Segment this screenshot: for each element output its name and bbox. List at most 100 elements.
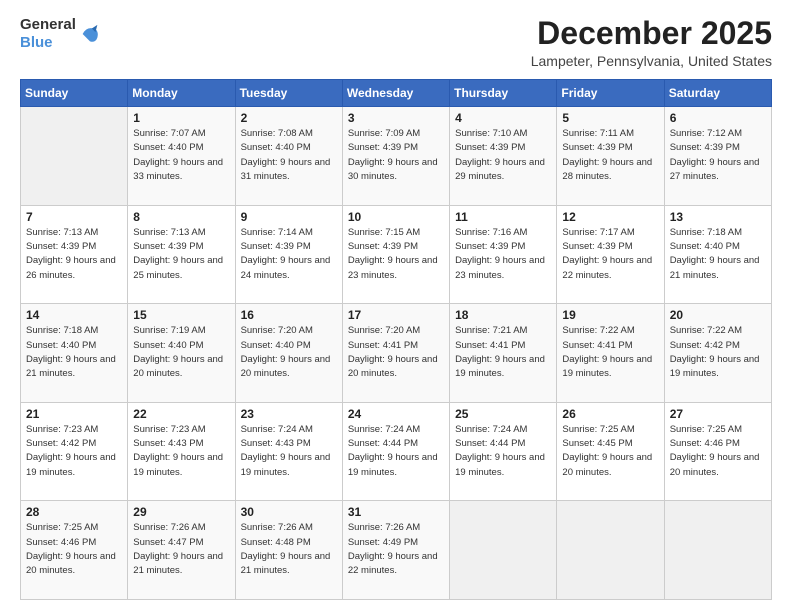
calendar-cell: 9 Sunrise: 7:14 AMSunset: 4:39 PMDaylight… [235, 205, 342, 304]
day-number: 16 [241, 308, 337, 322]
day-info: Sunrise: 7:25 AMSunset: 4:46 PMDaylight:… [670, 423, 766, 480]
day-number: 24 [348, 407, 444, 421]
calendar-table: Sunday Monday Tuesday Wednesday Thursday… [20, 79, 772, 600]
day-number: 11 [455, 210, 551, 224]
day-number: 17 [348, 308, 444, 322]
day-info: Sunrise: 7:24 AMSunset: 4:44 PMDaylight:… [348, 423, 444, 480]
day-number: 5 [562, 111, 658, 125]
day-number: 9 [241, 210, 337, 224]
month-title: December 2025 [531, 16, 772, 51]
calendar-cell: 13 Sunrise: 7:18 AMSunset: 4:40 PMDayligh… [664, 205, 771, 304]
logo-icon [79, 23, 101, 45]
calendar-cell: 22 Sunrise: 7:23 AMSunset: 4:43 PMDayligh… [128, 402, 235, 501]
logo-text: General Blue [20, 16, 76, 52]
calendar-cell: 20 Sunrise: 7:22 AMSunset: 4:42 PMDayligh… [664, 304, 771, 403]
calendar-cell: 6 Sunrise: 7:12 AMSunset: 4:39 PMDaylight… [664, 107, 771, 206]
day-number: 30 [241, 505, 337, 519]
day-info: Sunrise: 7:18 AMSunset: 4:40 PMDaylight:… [26, 324, 122, 381]
col-friday: Friday [557, 80, 664, 107]
day-number: 25 [455, 407, 551, 421]
day-number: 18 [455, 308, 551, 322]
day-info: Sunrise: 7:20 AMSunset: 4:41 PMDaylight:… [348, 324, 444, 381]
day-number: 6 [670, 111, 766, 125]
day-info: Sunrise: 7:14 AMSunset: 4:39 PMDaylight:… [241, 226, 337, 283]
calendar-week-2: 7Sunrise: 7:13 AMSunset: 4:39 PMDaylight… [21, 205, 772, 304]
day-info: Sunrise: 7:22 AMSunset: 4:42 PMDaylight:… [670, 324, 766, 381]
calendar-week-3: 14 Sunrise: 7:18 AMSunset: 4:40 PMDayligh… [21, 304, 772, 403]
calendar-cell: 27 Sunrise: 7:25 AMSunset: 4:46 PMDayligh… [664, 402, 771, 501]
title-block: December 2025 Lampeter, Pennsylvania, Un… [531, 16, 772, 69]
calendar-cell: 3 Sunrise: 7:09 AMSunset: 4:39 PMDaylight… [342, 107, 449, 206]
day-number: 14 [26, 308, 122, 322]
day-info: Sunrise: 7:13 AMSunset: 4:39 PMDaylight:… [133, 226, 229, 283]
day-info: Sunrise: 7:17 AMSunset: 4:39 PMDaylight:… [562, 226, 658, 283]
calendar-cell: 1 Sunrise: 7:07 AMSunset: 4:40 PMDaylight… [128, 107, 235, 206]
day-info: Sunrise: 7:09 AMSunset: 4:39 PMDaylight:… [348, 127, 444, 184]
day-info: Sunrise: 7:24 AMSunset: 4:44 PMDaylight:… [455, 423, 551, 480]
day-info: Sunrise: 7:26 AMSunset: 4:49 PMDaylight:… [348, 521, 444, 578]
day-info: Sunrise: 7:21 AMSunset: 4:41 PMDaylight:… [455, 324, 551, 381]
calendar-header-row: Sunday Monday Tuesday Wednesday Thursday… [21, 80, 772, 107]
day-info: Sunrise: 7:23 AMSunset: 4:43 PMDaylight:… [133, 423, 229, 480]
day-info: Sunrise: 7:08 AMSunset: 4:40 PMDaylight:… [241, 127, 337, 184]
calendar-cell: 24 Sunrise: 7:24 AMSunset: 4:44 PMDayligh… [342, 402, 449, 501]
calendar-cell: 12 Sunrise: 7:17 AMSunset: 4:39 PMDayligh… [557, 205, 664, 304]
col-thursday: Thursday [450, 80, 557, 107]
calendar-cell: 23Sunrise: 7:24 AMSunset: 4:43 PMDayligh… [235, 402, 342, 501]
calendar-cell: 2Sunrise: 7:08 AMSunset: 4:40 PMDaylight… [235, 107, 342, 206]
day-info: Sunrise: 7:07 AMSunset: 4:40 PMDaylight:… [133, 127, 229, 184]
day-info: Sunrise: 7:15 AMSunset: 4:39 PMDaylight:… [348, 226, 444, 283]
calendar-week-5: 28Sunrise: 7:25 AMSunset: 4:46 PMDayligh… [21, 501, 772, 600]
day-number: 27 [670, 407, 766, 421]
day-info: Sunrise: 7:18 AMSunset: 4:40 PMDaylight:… [670, 226, 766, 283]
calendar-cell [664, 501, 771, 600]
day-number: 4 [455, 111, 551, 125]
day-info: Sunrise: 7:25 AMSunset: 4:45 PMDaylight:… [562, 423, 658, 480]
day-number: 12 [562, 210, 658, 224]
day-info: Sunrise: 7:23 AMSunset: 4:42 PMDaylight:… [26, 423, 122, 480]
day-number: 21 [26, 407, 122, 421]
calendar-cell [21, 107, 128, 206]
calendar-cell: 17 Sunrise: 7:20 AMSunset: 4:41 PMDayligh… [342, 304, 449, 403]
day-info: Sunrise: 7:16 AMSunset: 4:39 PMDaylight:… [455, 226, 551, 283]
calendar-cell: 18 Sunrise: 7:21 AMSunset: 4:41 PMDayligh… [450, 304, 557, 403]
day-number: 22 [133, 407, 229, 421]
calendar-cell: 5 Sunrise: 7:11 AMSunset: 4:39 PMDaylight… [557, 107, 664, 206]
calendar-cell: 15Sunrise: 7:19 AMSunset: 4:40 PMDayligh… [128, 304, 235, 403]
day-number: 1 [133, 111, 229, 125]
day-number: 19 [562, 308, 658, 322]
calendar-cell [450, 501, 557, 600]
col-tuesday: Tuesday [235, 80, 342, 107]
day-info: Sunrise: 7:13 AMSunset: 4:39 PMDaylight:… [26, 226, 122, 283]
header: General Blue December 2025 Lampeter, Pen… [20, 16, 772, 69]
day-number: 20 [670, 308, 766, 322]
day-info: Sunrise: 7:26 AMSunset: 4:47 PMDaylight:… [133, 521, 229, 578]
calendar-cell: 10 Sunrise: 7:15 AMSunset: 4:39 PMDayligh… [342, 205, 449, 304]
day-info: Sunrise: 7:25 AMSunset: 4:46 PMDaylight:… [26, 521, 122, 578]
calendar-cell: 28Sunrise: 7:25 AMSunset: 4:46 PMDayligh… [21, 501, 128, 600]
col-saturday: Saturday [664, 80, 771, 107]
day-number: 26 [562, 407, 658, 421]
day-info: Sunrise: 7:10 AMSunset: 4:39 PMDaylight:… [455, 127, 551, 184]
calendar-cell: 14 Sunrise: 7:18 AMSunset: 4:40 PMDayligh… [21, 304, 128, 403]
calendar-cell: 4 Sunrise: 7:10 AMSunset: 4:39 PMDaylight… [450, 107, 557, 206]
logo: General Blue [20, 16, 101, 52]
calendar-body: 1 Sunrise: 7:07 AMSunset: 4:40 PMDaylight… [21, 107, 772, 600]
day-number: 10 [348, 210, 444, 224]
calendar-cell: 31 Sunrise: 7:26 AMSunset: 4:49 PMDayligh… [342, 501, 449, 600]
day-number: 8 [133, 210, 229, 224]
logo-blue: Blue [20, 34, 53, 51]
day-number: 13 [670, 210, 766, 224]
day-info: Sunrise: 7:12 AMSunset: 4:39 PMDaylight:… [670, 127, 766, 184]
logo-general: General [20, 16, 76, 33]
day-info: Sunrise: 7:26 AMSunset: 4:48 PMDaylight:… [241, 521, 337, 578]
day-info: Sunrise: 7:11 AMSunset: 4:39 PMDaylight:… [562, 127, 658, 184]
calendar-cell: 8 Sunrise: 7:13 AMSunset: 4:39 PMDaylight… [128, 205, 235, 304]
calendar-cell: 25 Sunrise: 7:24 AMSunset: 4:44 PMDayligh… [450, 402, 557, 501]
day-number: 3 [348, 111, 444, 125]
calendar-cell: 16Sunrise: 7:20 AMSunset: 4:40 PMDayligh… [235, 304, 342, 403]
calendar-cell: 29Sunrise: 7:26 AMSunset: 4:47 PMDayligh… [128, 501, 235, 600]
col-sunday: Sunday [21, 80, 128, 107]
calendar-cell: 7Sunrise: 7:13 AMSunset: 4:39 PMDaylight… [21, 205, 128, 304]
day-number: 31 [348, 505, 444, 519]
